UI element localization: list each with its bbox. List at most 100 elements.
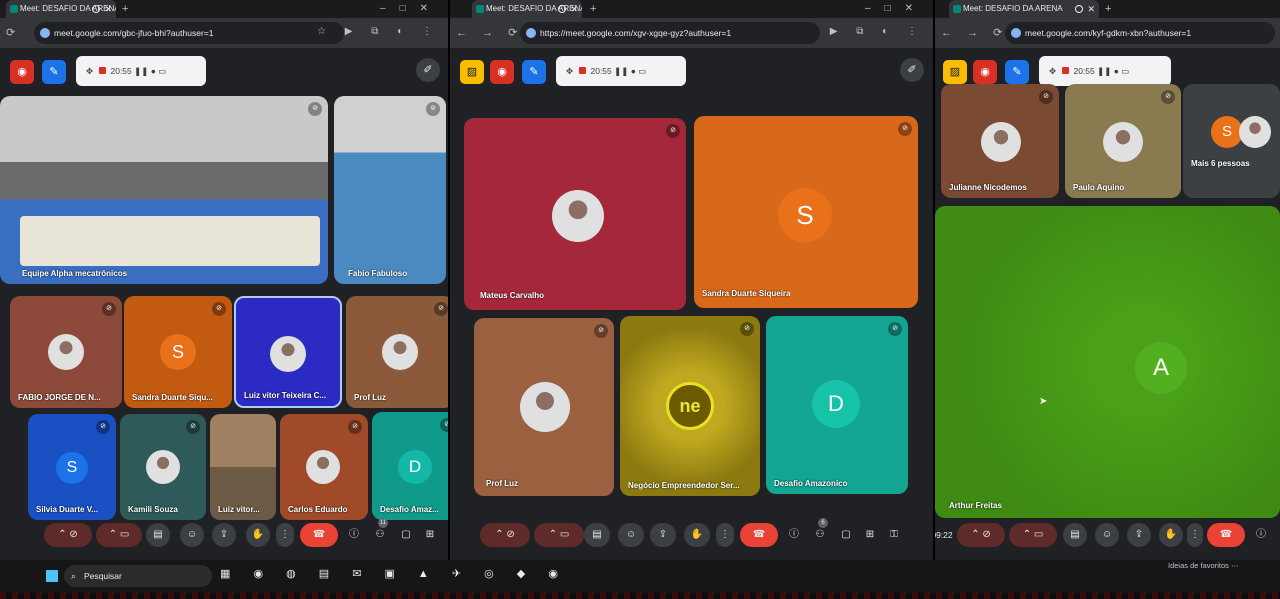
windows-start-icon[interactable] <box>46 570 58 582</box>
browser-tab[interactable]: Meet: DESAFIO DA ARENA ✕ <box>949 0 1099 18</box>
browser-tab[interactable]: Meet: DESAFIO DA ARENA ✕ <box>472 0 582 18</box>
main-speaker-tile[interactable]: A ➤ Arthur Freitas <box>935 206 1280 518</box>
url-field[interactable]: meet.google.com/kyf-gdkm-xbn?authuser=1 <box>1005 22 1275 44</box>
timer-text: 20:55 <box>1073 66 1095 76</box>
leave-call-button[interactable]: ☎ <box>740 523 778 547</box>
close-tab-icon[interactable]: ✕ <box>1087 0 1095 18</box>
record-button[interactable]: ◉ <box>973 60 997 84</box>
mic-toggle-button[interactable]: ⌃ ⊘ <box>44 523 92 547</box>
avatar-initial: S <box>160 334 196 370</box>
info-icon[interactable]: ⓘ <box>1251 523 1271 547</box>
participant-name: Prof Luz <box>354 393 386 402</box>
present-icon[interactable]: ⇪ <box>212 523 236 547</box>
lock-icon[interactable]: ⚿ <box>884 523 904 547</box>
participant-tile[interactable]: S ⊘ Silvia Duarte V... <box>28 414 116 520</box>
recording-icon <box>558 5 566 13</box>
site-info-icon[interactable] <box>1011 28 1021 38</box>
window-controls[interactable]: –□✕ <box>380 0 442 18</box>
avatar-initial: S <box>56 452 88 484</box>
site-info-icon[interactable] <box>40 28 50 38</box>
close-tab-icon[interactable]: ✕ <box>570 0 578 18</box>
captions-icon[interactable]: ▤ <box>146 523 170 547</box>
raise-hand-icon[interactable]: ✋ <box>246 523 270 547</box>
participant-video-tile[interactable]: Luiz vitor... <box>210 414 276 520</box>
participant-tile[interactable]: S ⊘ Sandra Duarte Siqu... <box>124 296 232 408</box>
info-icon[interactable]: ⓘ <box>784 523 804 547</box>
window-controls[interactable]: –□✕ <box>865 0 927 18</box>
camera-toggle-button[interactable]: ⌃ ▭ <box>1009 523 1057 547</box>
emoji-icon[interactable]: ☺ <box>1095 523 1119 547</box>
activities-icon[interactable]: ⊞ <box>420 523 440 547</box>
present-icon[interactable]: ⇪ <box>650 523 676 547</box>
chat-icon[interactable]: ▢ <box>396 523 416 547</box>
emoji-icon[interactable]: ☺ <box>618 523 644 547</box>
close-tab-icon[interactable]: ✕ <box>104 0 112 18</box>
participant-name: Equipe Alpha mecatrônicos <box>22 269 128 278</box>
url-field[interactable]: meet.google.com/gbc-jfuo-bhi?authuser=1 <box>34 22 344 44</box>
emoji-icon[interactable]: ☺ <box>180 523 204 547</box>
more-options-icon[interactable]: ⋮ <box>276 523 294 547</box>
leave-call-button[interactable]: ☎ <box>1207 523 1245 547</box>
participant-tile[interactable]: ⊘ Mateus Carvalho <box>464 118 686 310</box>
featured-video-tile[interactable]: ⊘ Fabio Fabuloso <box>334 96 446 284</box>
chat-icon[interactable]: ▢ <box>836 523 856 547</box>
info-icon[interactable]: ⓘ <box>344 523 364 547</box>
participant-tile[interactable]: ⊘ Carlos Eduardo <box>280 414 368 520</box>
new-tab-icon[interactable]: + <box>1105 0 1111 18</box>
participant-tile[interactable]: ⊘ Paulo Aquino <box>1065 84 1181 198</box>
more-options-icon[interactable]: ⋮ <box>1187 523 1203 547</box>
present-icon[interactable]: ⇪ <box>1127 523 1151 547</box>
reload-icon[interactable]: ⟳ <box>6 26 21 39</box>
more-options-icon[interactable]: ⋮ <box>716 523 734 547</box>
nav-buttons-icon[interactable]: ← → ⟳ <box>456 26 523 39</box>
activities-icon[interactable]: ⊞ <box>860 523 880 547</box>
participant-tile[interactable]: ⊘ Prof Luz <box>346 296 448 408</box>
mic-toggle-button[interactable]: ⌃ ⊘ <box>480 523 530 547</box>
participant-name: FABIO JORGE DE N... <box>18 393 101 402</box>
participant-tile[interactable]: ⊘ Prof Luz <box>474 318 614 496</box>
participant-tile[interactable]: D ⊘ Desafio Amazonico <box>766 316 908 494</box>
raise-hand-icon[interactable]: ✋ <box>684 523 710 547</box>
raise-hand-icon[interactable]: ✋ <box>1159 523 1183 547</box>
notes-button[interactable]: ✎ <box>42 60 66 84</box>
participant-tile[interactable]: ⊘ FABIO JORGE DE N... <box>10 296 122 408</box>
record-button[interactable]: ◉ <box>10 60 34 84</box>
notes-button[interactable]: ✎ <box>1005 60 1029 84</box>
participant-tile[interactable]: D ⊘ Desafio Amaz... <box>372 412 448 520</box>
pip-button[interactable]: ▨ <box>460 60 484 84</box>
site-info-icon[interactable] <box>526 28 536 38</box>
taskbar-app-icons[interactable]: ▦ ◉ ◍ ▤ ✉ ▣ ▲ ✈ ◎ ◆ ◉ <box>220 567 568 580</box>
notes-button[interactable]: ✎ <box>522 60 546 84</box>
nav-buttons-icon[interactable]: ← → ⟳ <box>941 26 1008 39</box>
mic-toggle-button[interactable]: ⌃ ⊘ <box>957 523 1005 547</box>
mic-off-icon: ⊘ <box>740 322 754 336</box>
browser-toolbar-icons[interactable]: ▶ ⧉ ◐ ⋮ <box>830 26 925 37</box>
url-field[interactable]: https://meet.google.com/xgv-xgqe-gyz?aut… <box>520 22 820 44</box>
annotate-icon[interactable]: ✐ <box>900 58 924 82</box>
captions-icon[interactable]: ▤ <box>584 523 610 547</box>
camera-toggle-button[interactable]: ⌃ ▭ <box>534 523 584 547</box>
participant-name: Arthur Freitas <box>949 501 1002 510</box>
browser-toolbar-icons[interactable]: ☆ ▶ ⧉ ◐ ⋮ <box>317 26 440 37</box>
participant-tile[interactable]: ⊘ Julianne Nicodemos <box>941 84 1059 198</box>
participant-tile-active-speaker[interactable]: Luiz vitor Teixeira C... <box>234 296 342 408</box>
more-participants-tile[interactable]: S Mais 6 pessoas <box>1183 84 1280 198</box>
participant-tile[interactable]: S ⊘ Sandra Duarte Siqueira <box>694 116 918 308</box>
new-tab-icon[interactable]: + <box>590 0 596 18</box>
browser-tab[interactable]: Meet: DESAFIO DA ARENA ✕ <box>6 0 116 18</box>
record-button[interactable]: ◉ <box>490 60 514 84</box>
participant-tile[interactable]: ne ⊘ Negócio Empreendedor Ser... <box>620 316 760 496</box>
avatar <box>146 450 180 484</box>
camera-toggle-button[interactable]: ⌃ ▭ <box>96 523 142 547</box>
favorites-bar[interactable]: Ideias de favoritos ⋯ <box>1168 560 1238 572</box>
taskbar-search[interactable]: ⌕ Pesquisar <box>64 565 212 587</box>
leave-call-button[interactable]: ☎ <box>300 523 338 547</box>
annotate-icon[interactable]: ✐ <box>416 58 440 82</box>
address-bar-row: ⟳ meet.google.com/gbc-jfuo-bhi?authuser=… <box>0 18 448 48</box>
participant-name: Luiz vitor... <box>218 505 260 514</box>
featured-video-tile[interactable]: ⊘ Equipe Alpha mecatrônicos <box>0 96 328 284</box>
new-tab-icon[interactable]: + <box>122 0 128 18</box>
captions-icon[interactable]: ▤ <box>1063 523 1087 547</box>
participant-tile[interactable]: ⊘ Kamili Souza <box>120 414 206 520</box>
pip-button[interactable]: ▨ <box>943 60 967 84</box>
